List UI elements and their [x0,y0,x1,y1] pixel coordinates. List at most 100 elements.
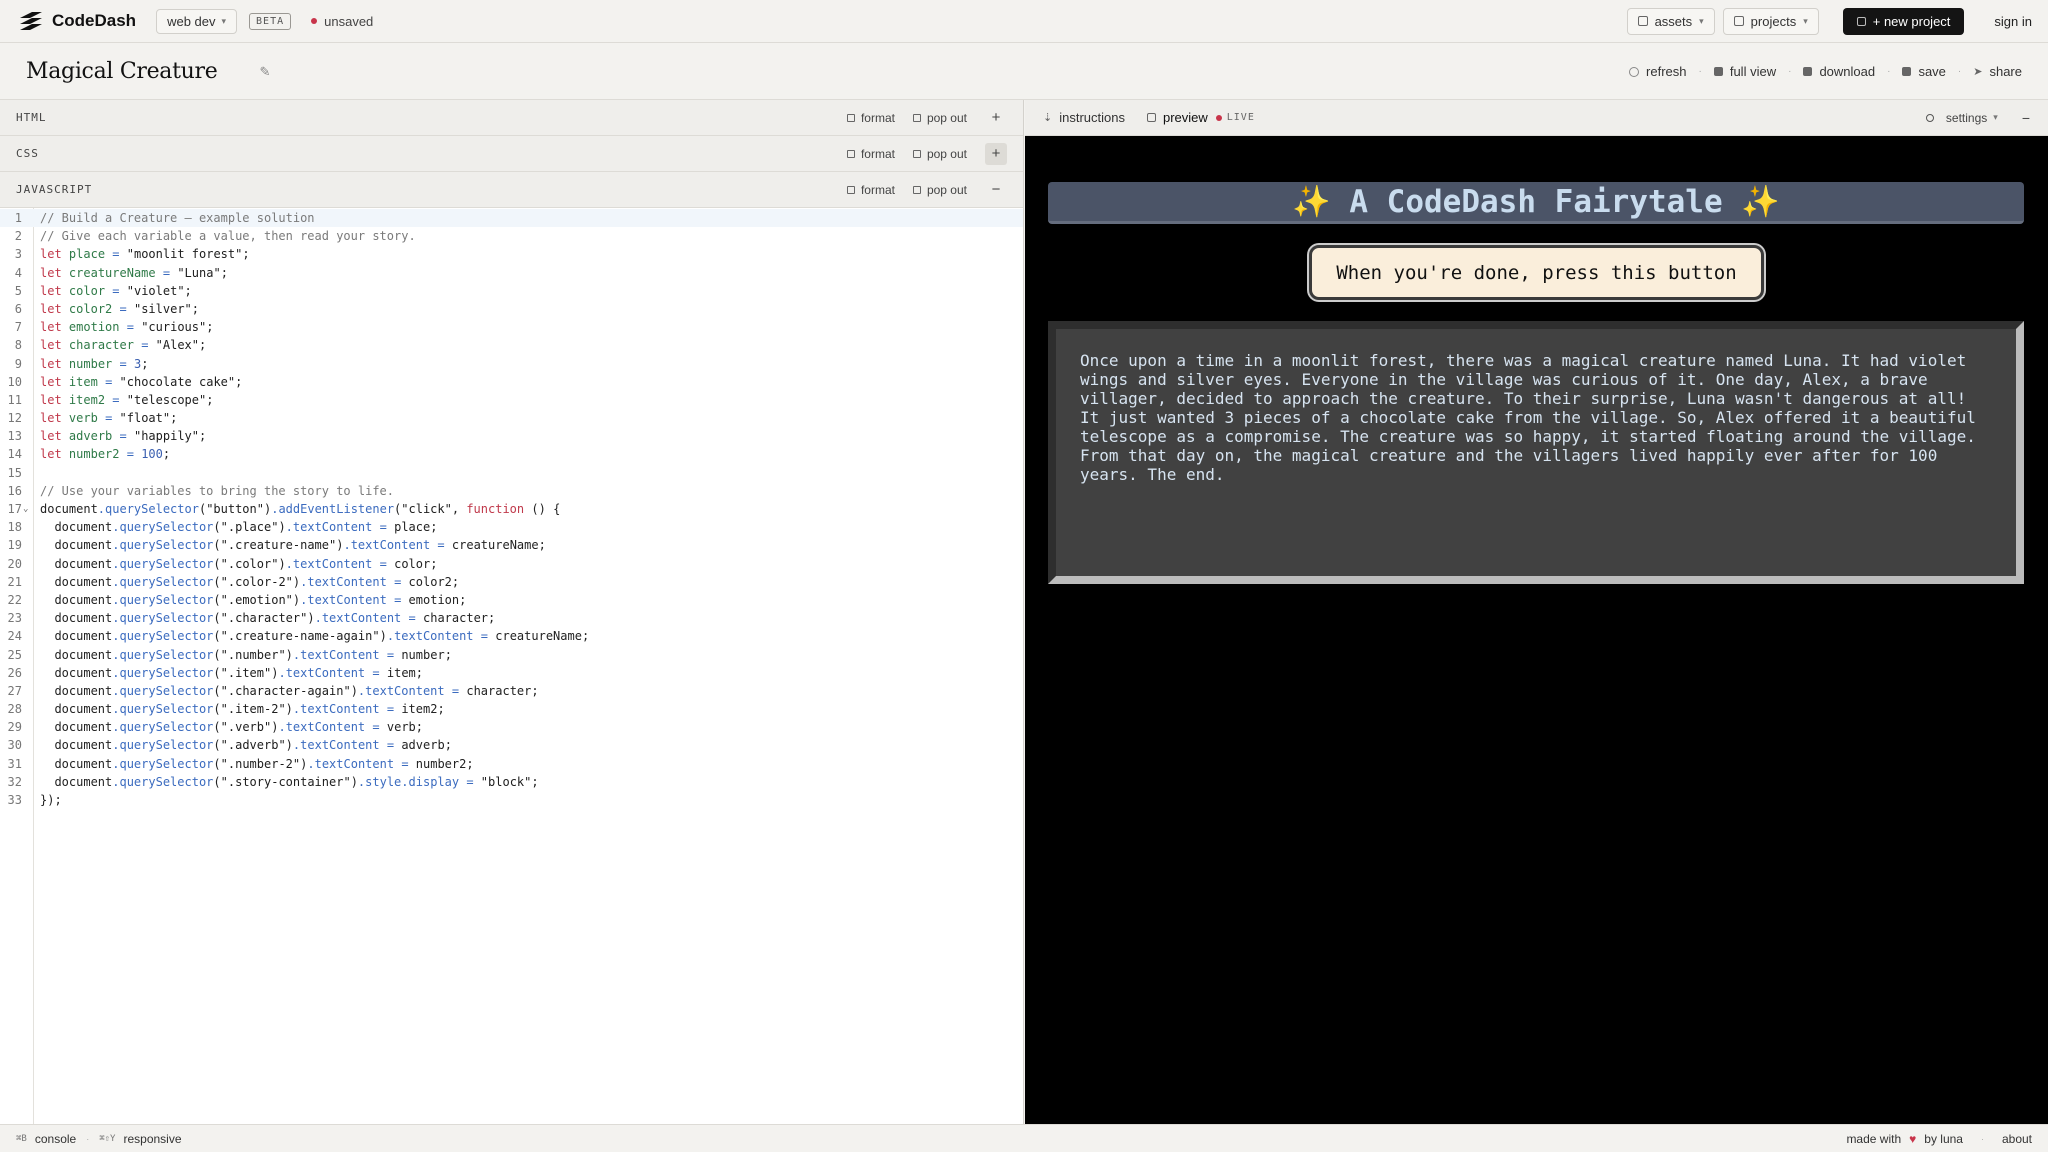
code-line[interactable]: 30 document.querySelector(".adverb").tex… [0,736,1023,754]
logo[interactable]: CodeDash [16,10,136,32]
save-status: unsaved [311,14,373,29]
code-line[interactable]: 7 let emotion = "curious"; [0,318,1023,336]
line-number: 33 [7,793,22,807]
code-text: let place = "moonlit forest"; [40,247,250,262]
expand-panel-button[interactable]: + [985,107,1007,129]
code-editor[interactable]: 1 // Build a Creature — example solution 2… [0,208,1023,1124]
minimize-preview-button[interactable]: − [2022,110,2030,126]
code-line[interactable]: 14 let number2 = 100; [0,445,1023,463]
format-icon [846,113,855,122]
code-line[interactable]: 22 document.querySelector(".emotion").te… [0,591,1023,609]
panel-tools: format pop out − [846,179,1007,201]
code-line[interactable]: 32 document.querySelector(".story-contai… [0,773,1023,791]
save-button[interactable]: save [1902,64,1946,79]
code-line[interactable]: 2 // Give each variable a value, then rea… [0,227,1023,245]
projects-button[interactable]: projects ▾ [1722,7,1819,35]
code-line[interactable]: 11 let item2 = "telescope"; [0,391,1023,409]
fold-chevron-icon[interactable]: ⌄ [23,500,28,518]
line-number: 7 [14,320,22,335]
panel-tools: format pop out + [846,142,1007,165]
full-view-button[interactable]: full view [1713,64,1776,79]
pop-out-button[interactable]: pop out [912,110,967,125]
sign-in-link[interactable]: sign in [1994,14,2032,29]
code-text: document.querySelector(".story-container… [54,774,539,789]
code-line[interactable]: 19 document.querySelector(".creature-nam… [0,536,1023,554]
code-line[interactable]: 8 let character = "Alex"; [0,336,1023,354]
pop-out-label: pop out [926,110,967,125]
code-lines[interactable]: 1 // Build a Creature — example solution 2… [0,209,1023,809]
code-line[interactable]: 1 // Build a Creature — example solution [0,209,1023,228]
tab-preview[interactable]: preview [1146,110,1208,125]
code-line[interactable]: 25 document.querySelector(".number").tex… [0,646,1023,664]
code-line[interactable]: 33}); [0,791,1023,809]
collapse-panel-button[interactable]: − [985,179,1007,201]
code-line[interactable]: 3 let place = "moonlit forest"; [0,245,1023,263]
refresh-button[interactable]: refresh [1629,64,1687,79]
code-text: let verb = "float"; [40,411,178,426]
share-button[interactable]: ➤ share [1973,64,2022,79]
code-line[interactable]: 23 document.querySelector(".character").… [0,609,1023,627]
download-button[interactable]: download [1803,64,1875,79]
line-number: 11 [7,392,22,407]
code-line[interactable]: 4 let creatureName = "Luna"; [0,264,1023,282]
code-line[interactable]: 24 document.querySelector(".creature-nam… [0,627,1023,645]
code-text: document.querySelector(".place").textCon… [54,520,438,535]
settings-dropdown[interactable]: settings ▾ [1925,111,1998,125]
about-link[interactable]: about [2002,1132,2032,1146]
mode-select[interactable]: web dev ▾ [156,8,238,34]
format-button[interactable]: format [846,183,895,197]
project-actions: refresh · full view · download · save · … [1629,64,2022,79]
code-line[interactable]: 16 // Use your variables to bring the sto… [0,482,1023,500]
code-text: document.querySelector("button").addEven… [40,502,561,516]
preview-frame[interactable]: ✨ A CodeDash Fairytale ✨ When you're don… [1025,136,2048,1124]
code-line[interactable]: 12 let verb = "float"; [0,409,1023,427]
tab-instructions-label: instructions [1059,110,1125,125]
new-project-button[interactable]: + new project [1842,7,1965,35]
format-button[interactable]: format [846,147,895,161]
console-shortcut: ⌘B [16,1133,27,1144]
code-text: let item2 = "telescope"; [40,392,214,407]
pencil-icon[interactable]: ✎ [259,64,270,80]
code-text: // Use your variables to bring the story… [40,483,395,498]
code-line[interactable]: 20 document.querySelector(".color").text… [0,555,1023,573]
code-line[interactable]: 9 let number = 3; [0,355,1023,373]
format-button[interactable]: format [846,111,895,125]
code-line[interactable]: 17 ⌄ document.querySelector("button").addE… [0,500,1023,518]
code-line[interactable]: 18 document.querySelector(".place").text… [0,518,1023,536]
console-toggle[interactable]: ⌘B console [16,1132,76,1146]
line-number: 10 [7,374,22,389]
story-button[interactable]: When you're done, press this button [1309,245,1764,300]
made-with-label: made with [1846,1131,1902,1146]
code-line[interactable]: 27 document.querySelector(".character-ag… [0,682,1023,700]
gear-icon [1925,113,1934,122]
code-text: document.querySelector(".color").textCon… [54,556,438,571]
code-line[interactable]: 15 [0,464,1023,482]
beta-badge: BETA [249,12,292,30]
projects-label: projects [1750,13,1797,29]
code-line[interactable]: 29 document.querySelector(".verb").textC… [0,718,1023,736]
code-line[interactable]: 13 let adverb = "happily"; [0,427,1023,445]
code-line[interactable]: 6 let color2 = "silver"; [0,300,1023,318]
responsive-toggle[interactable]: ⌘⇧Y responsive [99,1132,181,1146]
javascript-panel-header[interactable]: JAVASCRIPT format pop out − [0,172,1023,208]
assets-button[interactable]: assets ▾ [1626,7,1715,35]
responsive-shortcut: ⌘⇧Y [99,1133,116,1144]
code-text: document.querySelector(".character-again… [54,683,539,698]
code-line[interactable]: 10 let item = "chocolate cake"; [0,373,1023,391]
pop-out-button[interactable]: pop out [912,183,967,197]
html-panel-header[interactable]: HTML format pop out + [0,100,1023,136]
story-container: Once upon a time in a moonlit forest, th… [1048,321,2024,584]
tab-instructions[interactable]: ⇣ instructions [1043,110,1125,125]
code-line[interactable]: 31 document.querySelector(".number-2").t… [0,755,1023,773]
css-panel-header[interactable]: CSS format pop out + [0,136,1023,172]
pop-out-button[interactable]: pop out [912,147,967,161]
share-icon: ➤ [1973,66,1983,78]
code-line[interactable]: 21 document.querySelector(".color-2").te… [0,573,1023,591]
code-line[interactable]: 26 document.querySelector(".item").textC… [0,664,1023,682]
separator: · [1887,66,1891,77]
credits: made with ♥ by luna · about [1846,1132,2032,1146]
chevron-down-icon: ▾ [221,15,227,26]
expand-panel-button[interactable]: + [985,142,1007,165]
code-line[interactable]: 28 document.querySelector(".item-2").tex… [0,700,1023,718]
code-line[interactable]: 5 let color = "violet"; [0,282,1023,300]
